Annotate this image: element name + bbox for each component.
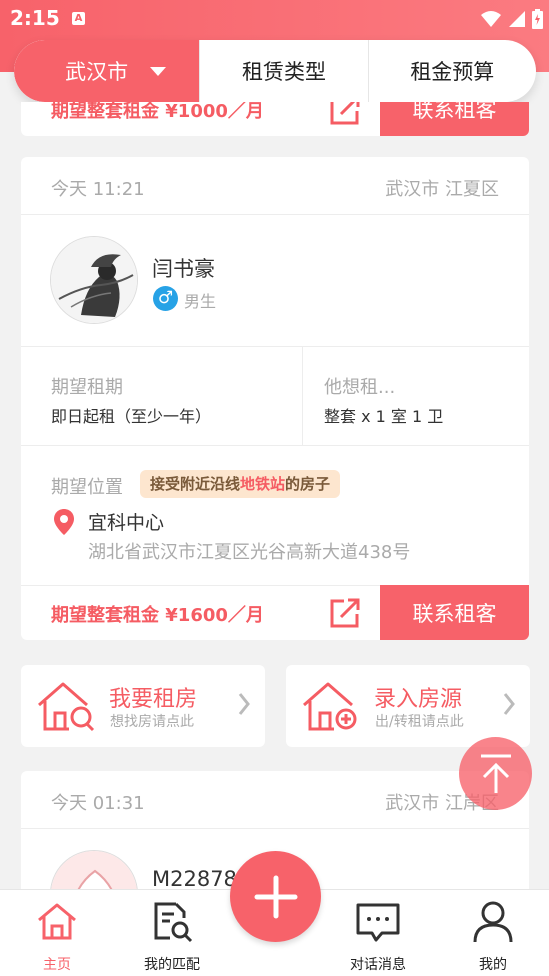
term-value: 即日起租（至少一年） (51, 407, 212, 426)
find-rental-title: 我要租房 (109, 687, 198, 712)
user-icon (473, 901, 513, 943)
house-add-icon (303, 682, 357, 731)
male-icon: ♂ (153, 286, 178, 311)
want-label: 他想租... (324, 377, 396, 398)
budget-filter-button[interactable]: 租金预算 (367, 40, 536, 102)
contact-tenant-button[interactable]: 联系租客 (380, 585, 529, 640)
user-name: M22878 (152, 867, 237, 891)
user-gender: 男生 (184, 292, 217, 311)
city-filter-label: 武汉市 (65, 60, 129, 84)
rent-type-filter-button[interactable]: 租赁类型 (199, 40, 367, 102)
find-rental-button[interactable]: 我要租房 想找房请点此 (21, 665, 265, 747)
post-time: 今天 11:21 (51, 179, 145, 200)
tab-messages[interactable]: 对话消息 (323, 890, 433, 976)
plus-icon (254, 875, 297, 918)
tag-text-post: 的房子 (285, 475, 331, 493)
subway-tag: 接受附近沿线地铁站的房子 (140, 470, 341, 498)
listing-card[interactable]: 今天 11:21 武汉市 江夏区 闫书豪 ♂ 男生 期望租期 即日起租（至少一年… (21, 157, 529, 640)
location-pin-icon (54, 509, 74, 535)
add-listing-subtitle: 出/转租请点此 (375, 714, 464, 730)
chevron-right-icon (238, 693, 250, 715)
find-rental-subtitle: 想找房请点此 (110, 714, 194, 730)
chat-icon (356, 903, 400, 942)
add-listing-title: 录入房源 (374, 687, 463, 712)
home-icon (38, 903, 76, 940)
house-search-icon (38, 682, 95, 732)
listing-price: 期望整套租金 ¥1600／月 (51, 605, 264, 626)
status-time: 2:15 (10, 6, 60, 30)
tag-text-highlight: 地铁站 (240, 475, 286, 493)
status-icons (480, 8, 543, 30)
tab-messages-label: 对话消息 (350, 957, 406, 973)
tab-matches-label: 我的匹配 (144, 957, 200, 973)
want-value: 整套 x 1 室 1 卫 (324, 407, 444, 426)
tag-text-pre: 接受附近沿线 (150, 475, 241, 493)
budget-filter-label: 租金预算 (410, 60, 495, 84)
tab-home[interactable]: 主页 (2, 890, 112, 976)
arrow-up-icon (480, 754, 511, 793)
term-label: 期望租期 (51, 377, 123, 398)
contact-tenant-label: 联系租客 (412, 102, 497, 122)
contact-tenant-label: 联系租客 (412, 601, 497, 626)
back-to-top-button[interactable] (459, 737, 532, 810)
contact-tenant-button[interactable]: 联系租客 (380, 102, 529, 136)
city-filter-button[interactable]: 武汉市 (14, 40, 200, 102)
wifi-icon (481, 11, 501, 27)
listing-price: 期望整套租金 ¥1000／月 (51, 102, 264, 122)
place-name: 宜科中心 (88, 512, 165, 534)
tab-profile[interactable]: 我的 (438, 890, 548, 976)
rent-type-filter-label: 租赁类型 (241, 60, 326, 84)
document-search-icon (154, 902, 193, 943)
card-header: 今天 01:31 武汉市 江岸区 (21, 771, 529, 829)
user-name: 闫书豪 (152, 257, 215, 281)
a-notification-icon: A (72, 12, 85, 25)
external-link-icon[interactable] (328, 102, 362, 127)
divider (302, 347, 303, 445)
signal-icon (509, 11, 525, 27)
divider (21, 445, 529, 446)
caret-down-icon (150, 66, 167, 76)
add-button[interactable] (230, 851, 321, 942)
place-address: 湖北省武汉市江夏区光谷高新大道438号 (88, 542, 411, 563)
listing-card-top: 期望整套租金 ¥1000／月 联系租客 (21, 102, 529, 136)
add-listing-button[interactable]: 录入房源 出/转租请点此 (286, 665, 530, 747)
avatar-image (51, 237, 137, 323)
divider (21, 346, 529, 347)
battery-icon (532, 9, 543, 29)
avatar[interactable] (50, 236, 138, 324)
position-label: 期望位置 (51, 477, 123, 498)
tab-matches[interactable]: 我的匹配 (117, 890, 227, 976)
status-bar: 2:15 A (0, 0, 549, 36)
post-location: 武汉市 江夏区 (385, 179, 499, 200)
filter-bar: 武汉市 租赁类型 租金预算 (14, 40, 536, 102)
tab-profile-label: 我的 (479, 957, 507, 973)
tab-home-label: 主页 (43, 957, 71, 973)
chevron-right-icon (503, 693, 515, 715)
card-header: 今天 11:21 武汉市 江夏区 (21, 157, 529, 215)
external-link-icon[interactable] (328, 596, 362, 630)
post-time: 今天 01:31 (51, 793, 145, 814)
